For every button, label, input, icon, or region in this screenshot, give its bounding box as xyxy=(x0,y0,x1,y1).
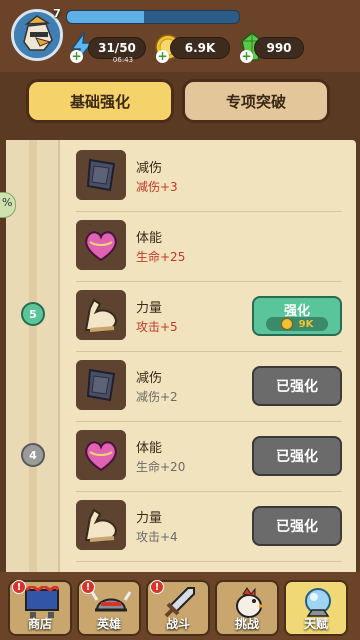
nav-shop[interactable]: 商店! xyxy=(8,580,72,636)
gem-counter: 990 xyxy=(254,37,304,59)
upgraded-button[interactable]: 已强化 xyxy=(252,366,342,406)
upgrade-stat: 生命+25 xyxy=(136,250,186,264)
row-divider xyxy=(76,281,342,282)
muscle-icon xyxy=(76,290,126,340)
upgraded-button[interactable]: 已强化 xyxy=(252,436,342,476)
upgrade-row: 力量攻击+5 强化 9K xyxy=(76,284,352,346)
gem-plus-icon[interactable]: + xyxy=(240,50,253,63)
energy-plus-icon[interactable]: + xyxy=(70,50,83,63)
upgrade-title: 减伤 xyxy=(136,161,163,176)
tab-special-breakthrough[interactable]: 专项突破 xyxy=(182,79,330,123)
xp-bar-fill xyxy=(67,11,145,23)
alert-badge: ! xyxy=(150,580,164,594)
energy-timer: 06:43 xyxy=(112,56,134,64)
upgrade-row: 力量攻击+4 已强化 xyxy=(76,494,352,556)
shield-icon xyxy=(76,360,126,410)
upgrade-cost: 9K xyxy=(266,317,328,331)
percent-icon: % xyxy=(2,196,13,209)
tier-timeline xyxy=(29,140,37,575)
alert-badge: ! xyxy=(81,580,95,594)
cost-coin-icon xyxy=(280,318,293,330)
alert-badge: ! xyxy=(12,580,26,594)
coin-plus-icon[interactable]: + xyxy=(156,50,169,63)
heart-icon xyxy=(76,220,126,270)
nav-label: 挑战 xyxy=(234,617,259,631)
row-divider xyxy=(76,561,342,562)
upgrade-cost-value: 9K xyxy=(298,318,314,330)
upgrade-button[interactable]: 强化 9K xyxy=(252,296,342,336)
nav-talent-orb[interactable]: 天赋 xyxy=(284,580,348,636)
upgrade-row: 减伤减伤+3 xyxy=(76,144,352,206)
nav-helmet[interactable]: 英雄! xyxy=(77,580,141,636)
heart-icon xyxy=(76,430,126,480)
upgrade-title: 力量 xyxy=(136,511,163,526)
row-divider xyxy=(76,491,342,492)
upgrade-row: 体能生命+20 已强化 xyxy=(76,424,352,486)
nav-chicken[interactable]: 挑战 xyxy=(215,580,279,636)
upgrade-stat: 减伤+2 xyxy=(136,390,178,404)
upgrade-row: 体能生命+25 xyxy=(76,214,352,276)
tab-basic-upgrade[interactable]: 基础强化 xyxy=(26,79,174,123)
row-divider xyxy=(76,421,342,422)
nav-label: 天赋 xyxy=(303,617,328,631)
upgrade-stat: 生命+20 xyxy=(136,460,186,474)
xp-bar xyxy=(66,10,240,24)
upgrade-title: 减伤 xyxy=(136,371,163,386)
upgrade-title: 体能 xyxy=(136,441,163,456)
row-divider xyxy=(76,351,342,352)
nav-sword[interactable]: 战斗! xyxy=(146,580,210,636)
upgrade-row: 减伤减伤+2 已强化 xyxy=(76,354,352,416)
nav-label: 英雄 xyxy=(96,617,121,631)
tier-node-5: 5 xyxy=(21,302,45,326)
muscle-icon xyxy=(76,500,126,550)
tier-node-4: 4 xyxy=(21,443,45,467)
upgrade-stat: 减伤+3 xyxy=(136,180,178,194)
upgraded-button[interactable]: 已强化 xyxy=(252,506,342,546)
coin-counter: 6.9K xyxy=(170,37,230,59)
upgrade-title: 体能 xyxy=(136,231,163,246)
shield-icon xyxy=(76,150,126,200)
level-badge: 7 xyxy=(53,7,61,20)
nav-label: 战斗 xyxy=(165,617,190,631)
upgrade-stat: 攻击+4 xyxy=(136,530,178,544)
upgrade-title: 力量 xyxy=(136,301,163,316)
nav-label: 商店 xyxy=(27,617,52,631)
upgrade-stat: 攻击+5 xyxy=(136,320,178,334)
row-divider xyxy=(76,211,342,212)
